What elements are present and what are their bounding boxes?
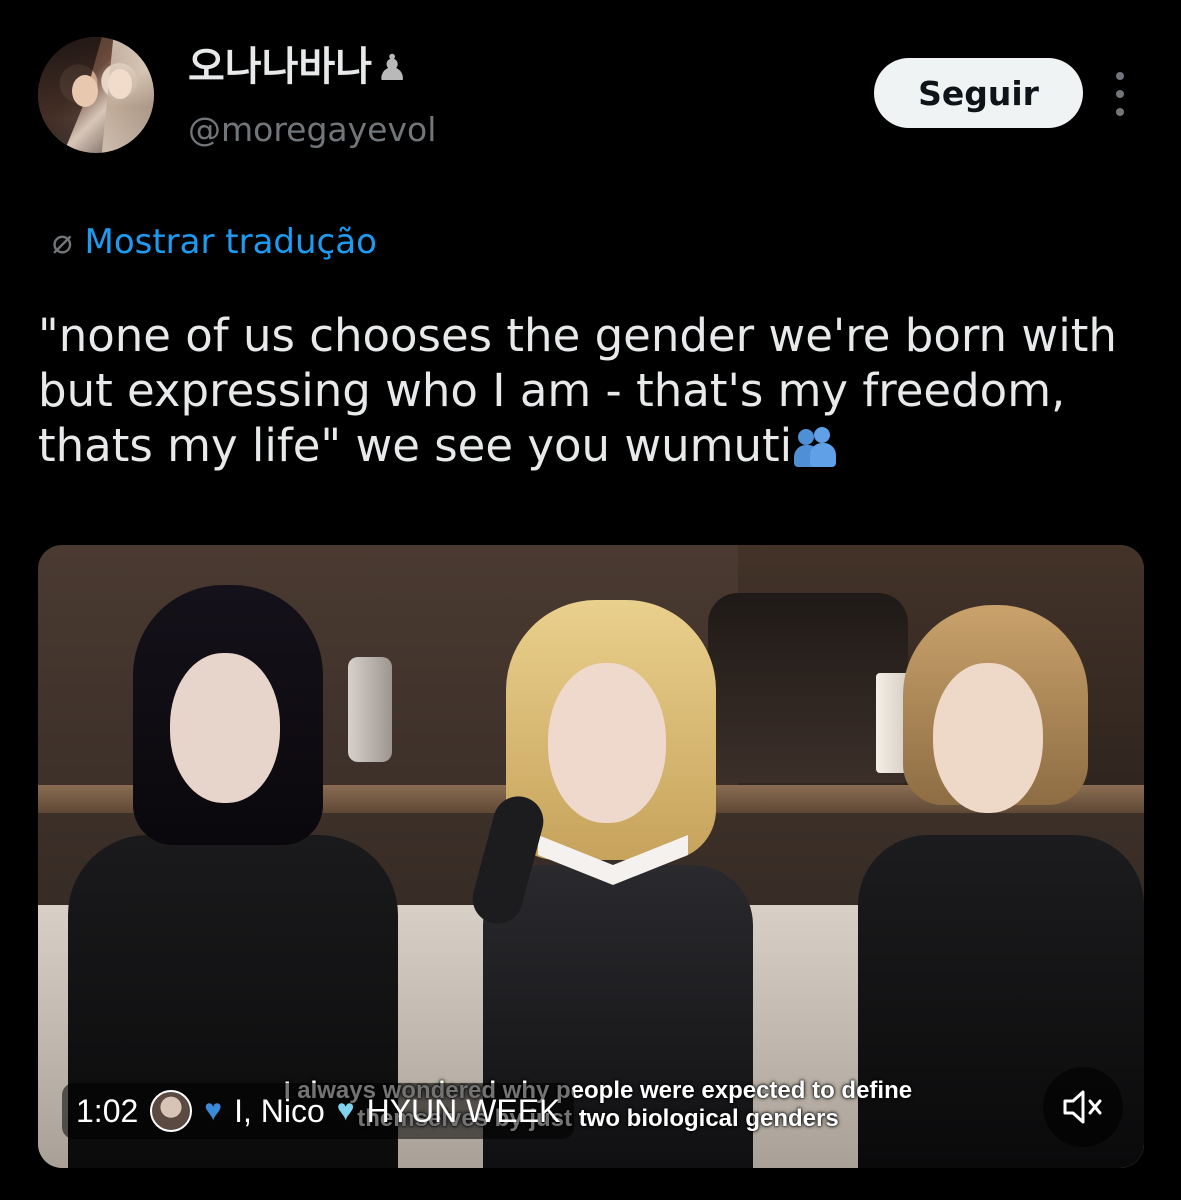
uploader-name-part-1: I, Nico [234,1092,325,1129]
more-dot [1116,72,1124,80]
video-info-bar: 1:02 ♥ I, Nico ♥ HYUN WEEK [62,1083,575,1139]
more-dot [1116,90,1124,98]
tweet-body: "none of us chooses the gender we're bor… [38,309,1117,472]
person-center-face [548,663,666,823]
more-vertical-icon[interactable] [1108,72,1132,116]
person-left-face [170,653,280,803]
video-timestamp: 1:02 [76,1092,139,1129]
avatar-face-left [72,75,98,107]
tweet-text: "none of us chooses the gender we're bor… [38,308,1138,473]
light-blue-heart-icon: ♥ [336,1094,355,1127]
uploader-avatar [150,1090,193,1132]
speaker-mute-glyph [1063,1090,1102,1124]
follow-button[interactable]: Seguir [874,58,1083,128]
person-right-face [933,663,1043,813]
show-translation-label: Mostrar tradução [84,222,377,262]
uploader-name-part-2: HYUN WEEK [366,1092,561,1129]
author-handle[interactable]: @moregayevol [188,110,436,149]
more-dot [1116,108,1124,116]
author-avatar[interactable] [38,37,154,153]
blue-heart-icon: ♥ [204,1094,223,1127]
pawn-icon: ♟ [376,48,409,89]
author-display-name[interactable]: 오나나바나 ♟ [188,34,408,92]
people-hugging-emoji [794,425,837,467]
avatar-face-right [108,69,132,99]
shelf-bottle [348,657,392,762]
globe-icon: ⌀ [52,222,73,262]
tweet-video[interactable]: I always wondered why people were expect… [38,545,1144,1168]
display-name-text: 오나나바나 [188,44,372,90]
show-translation-link[interactable]: ⌀ Mostrar tradução [52,222,377,262]
volume-muted-icon[interactable] [1043,1067,1123,1147]
